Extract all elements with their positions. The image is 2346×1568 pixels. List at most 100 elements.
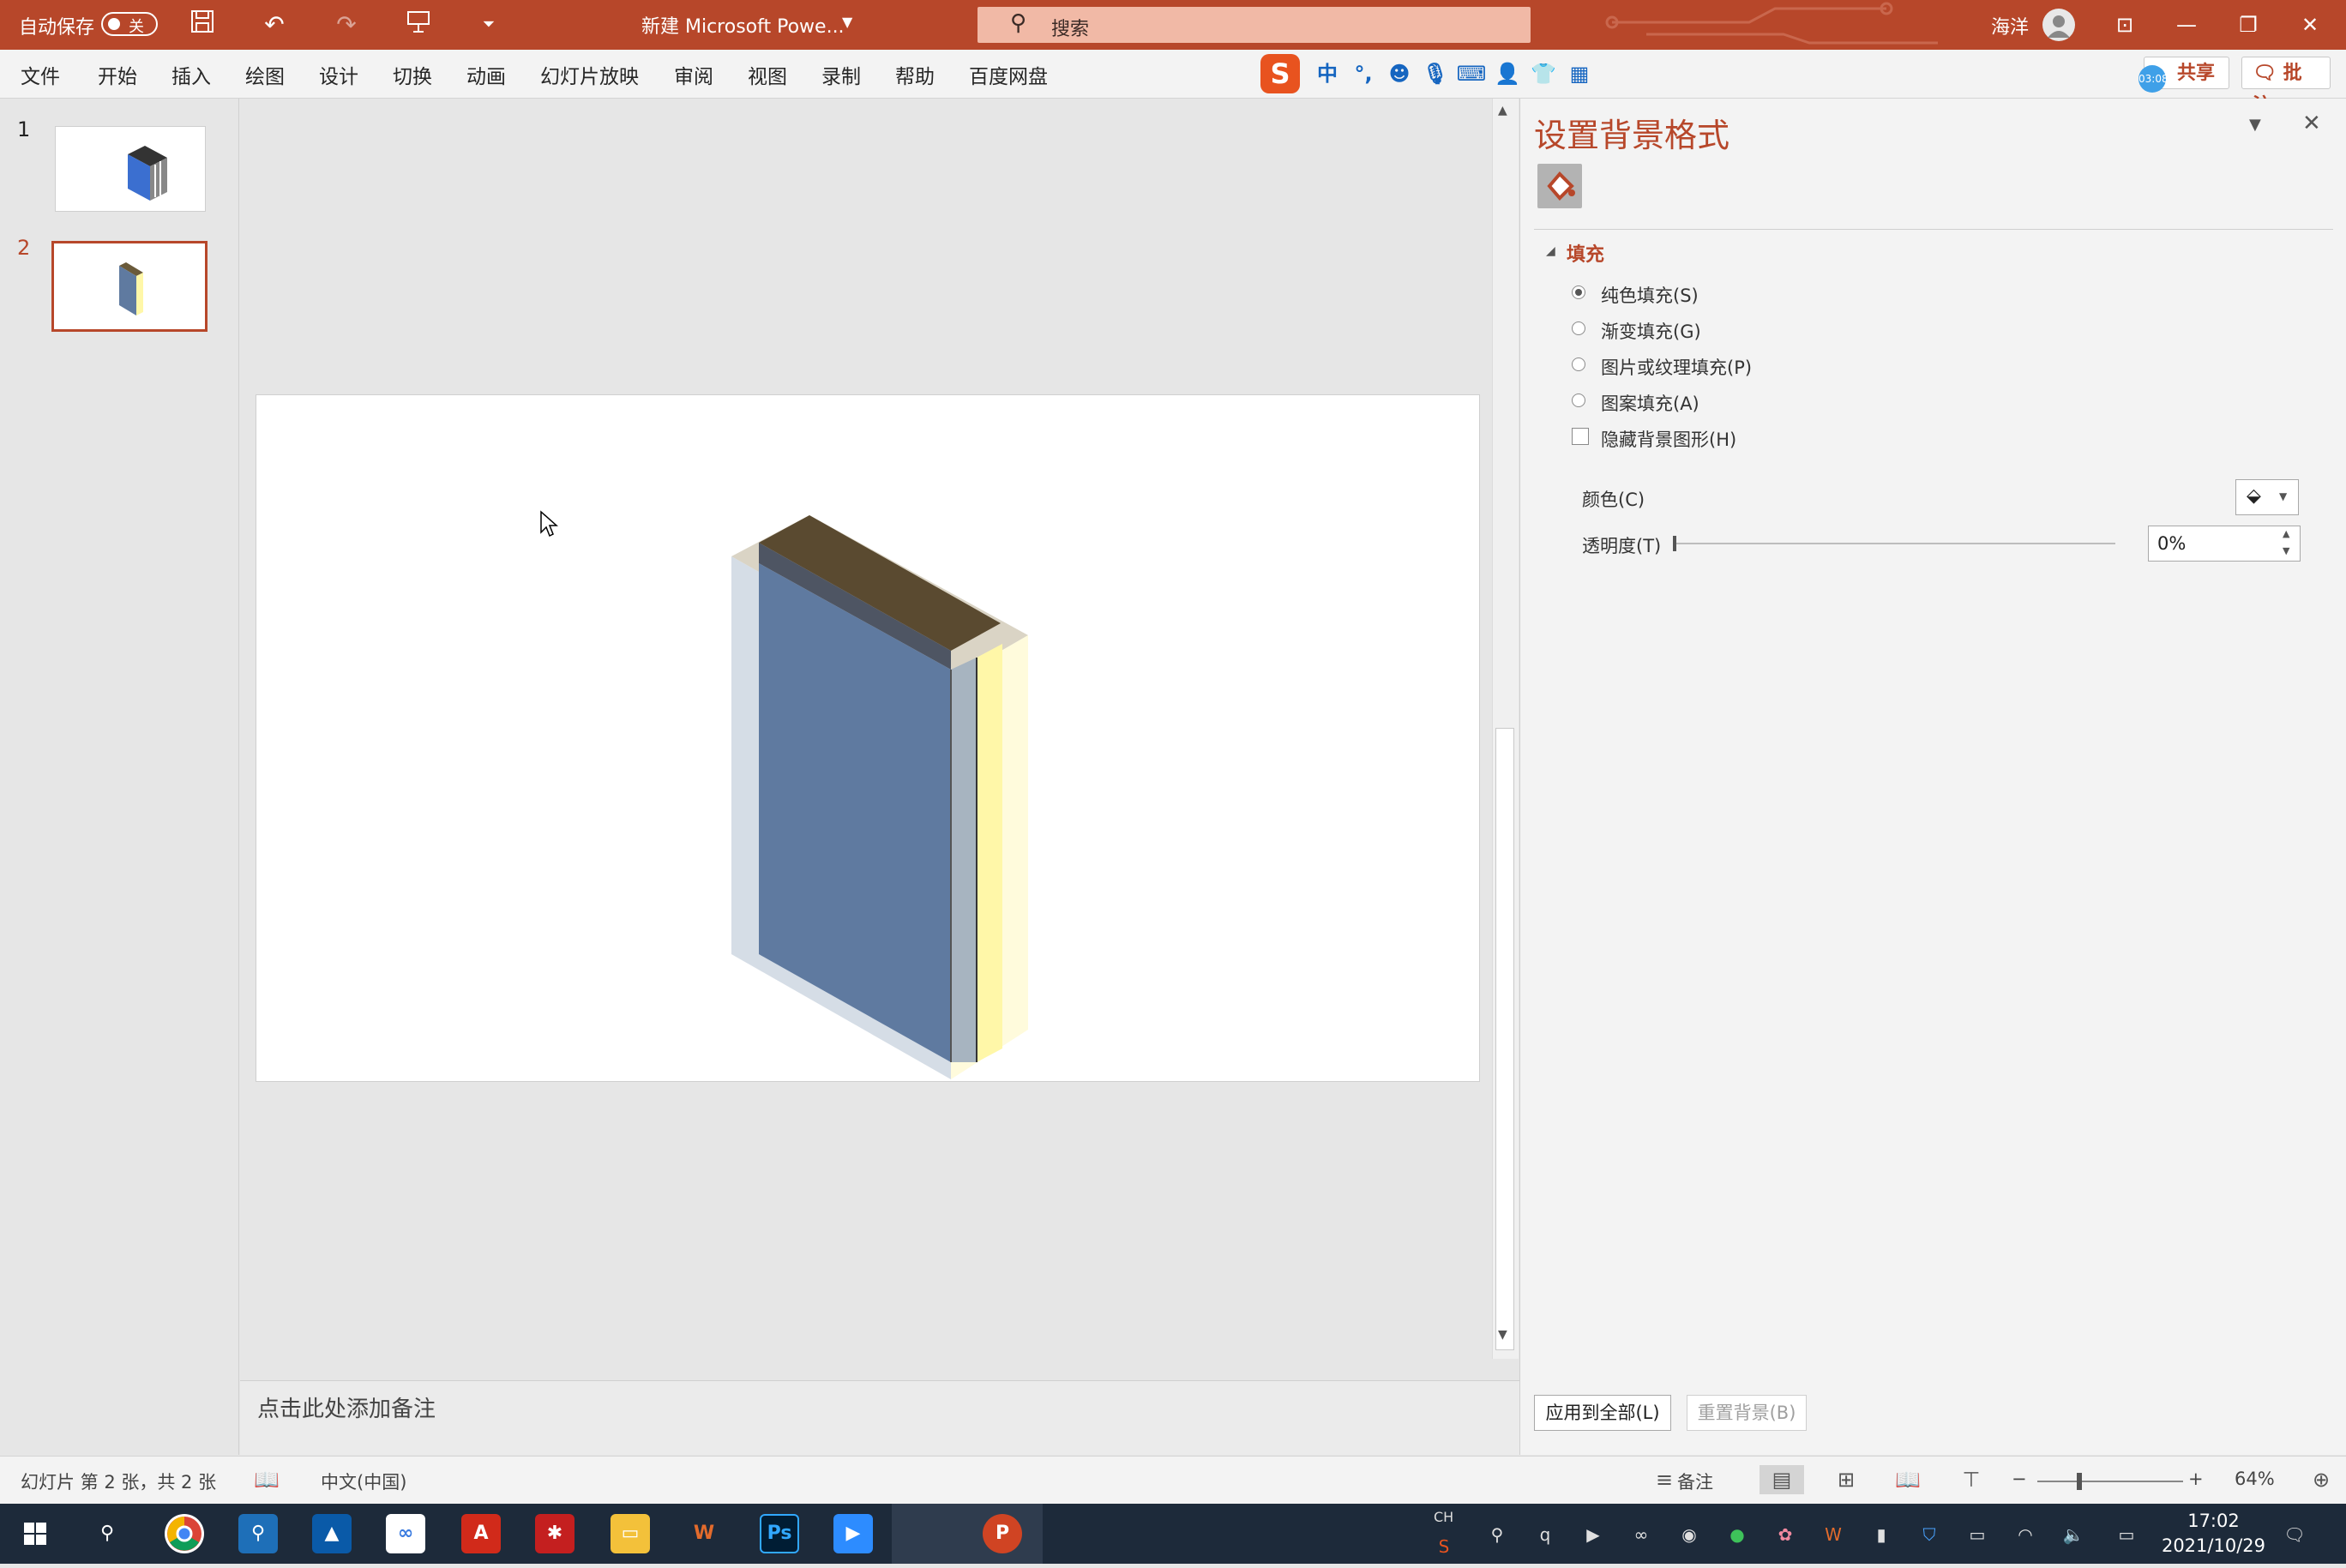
tray-wps-icon[interactable]: W	[1821, 1523, 1845, 1547]
tab-transitions[interactable]: 切换	[393, 60, 432, 89]
system-clock[interactable]: 17:02 2021/10/29	[2162, 1509, 2265, 1559]
keyboard-icon[interactable]: ⌨	[1456, 58, 1487, 89]
transparency-input[interactable]: 0% ▲ ▼	[2148, 526, 2301, 562]
redo-icon[interactable]: ↷	[329, 9, 364, 41]
color-picker-button[interactable]: ⬙ ▼	[2235, 479, 2299, 515]
book-3d-image[interactable]	[256, 395, 1479, 1081]
tray-flower-icon[interactable]: ✿	[1773, 1523, 1797, 1547]
file-explorer-icon[interactable]: ▭	[611, 1514, 650, 1553]
powerpoint-icon[interactable]: P	[983, 1514, 1022, 1553]
fit-to-window-icon[interactable]: ⊕	[2307, 1465, 2336, 1494]
sogou-tray-icon[interactable]: S	[1432, 1535, 1456, 1559]
minimize-icon[interactable]: —	[2161, 5, 2212, 45]
photos-icon[interactable]: ▲	[312, 1514, 352, 1553]
zoom-slider[interactable]	[2037, 1473, 2183, 1490]
photoshop-icon[interactable]: Ps	[760, 1514, 799, 1553]
input-language[interactable]: CH	[1434, 1509, 1453, 1525]
emoji-icon[interactable]: ☻	[1384, 58, 1415, 89]
spin-up-icon[interactable]: ▲	[2283, 528, 2289, 539]
comment-button[interactable]: 🗨 批注	[2241, 57, 2331, 117]
radio[interactable]	[1572, 321, 1585, 335]
zoom-level[interactable]: 64%	[2235, 1469, 2275, 1489]
reset-background-button[interactable]: 重置背景(B)	[1687, 1395, 1807, 1431]
fill-tab[interactable]	[1537, 164, 1582, 208]
scroll-up-icon[interactable]: ▲	[1498, 104, 1507, 117]
wifi-icon[interactable]: ◠	[2013, 1523, 2037, 1547]
notification-icon[interactable]: 🗨	[2283, 1523, 2307, 1547]
user-name[interactable]: 海洋	[1991, 12, 2029, 39]
document-title[interactable]: 新建 Microsoft Powe...	[641, 11, 845, 39]
section-collapse-icon[interactable]: ◢	[1546, 244, 1555, 258]
tab-file[interactable]: 文件	[21, 60, 60, 89]
microphone-icon[interactable]: 🎙	[1420, 58, 1451, 89]
sousou-icon[interactable]: ⚲	[238, 1514, 278, 1553]
checkbox[interactable]	[1572, 428, 1589, 445]
spin-down-icon[interactable]: ▼	[2283, 545, 2289, 556]
tray-usb-icon[interactable]: ▮	[1869, 1523, 1893, 1547]
tab-animations[interactable]: 动画	[466, 60, 506, 89]
tab-insert[interactable]: 插入	[171, 60, 211, 89]
slide-thumbnail-2[interactable]	[51, 241, 208, 332]
close-window-icon[interactable]: ✕	[2284, 5, 2336, 45]
taskbar-search-icon[interactable]: ⚲	[87, 1514, 127, 1553]
baidu-netdisk-icon[interactable]: ∞	[386, 1514, 425, 1553]
tab-view[interactable]: 视图	[748, 60, 787, 89]
wechat-icon[interactable]: ●	[1725, 1523, 1749, 1547]
present-icon[interactable]	[401, 9, 436, 41]
zoom-in-icon[interactable]: +	[2188, 1469, 2204, 1489]
tray-qq-icon[interactable]: q	[1533, 1523, 1557, 1547]
autosave-toggle[interactable]: 关	[101, 12, 158, 36]
tab-record[interactable]: 录制	[821, 60, 861, 89]
notes-toggle-label[interactable]: 备注	[1677, 1469, 1713, 1494]
scroll-down-icon[interactable]: ▼	[1498, 1328, 1507, 1342]
tab-home[interactable]: 开始	[98, 60, 137, 89]
tray-app-icon[interactable]: ◉	[1677, 1523, 1701, 1547]
panel-close-icon[interactable]: ✕	[2302, 111, 2321, 136]
tab-draw[interactable]: 绘图	[245, 60, 285, 89]
windows-start-icon[interactable]	[15, 1514, 55, 1553]
slide-thumbnail-1[interactable]	[55, 126, 206, 212]
tray-zoom-icon[interactable]: ▶	[1581, 1523, 1605, 1547]
skin-icon[interactable]: 👕	[1528, 58, 1559, 89]
avatar[interactable]	[2042, 9, 2075, 41]
sogou-logo-icon[interactable]: S	[1260, 54, 1300, 93]
restore-icon[interactable]: ❐	[2223, 5, 2274, 45]
slider-handle[interactable]	[1673, 536, 1676, 551]
ime-punctuation[interactable]: °,	[1348, 58, 1379, 89]
fill-section-header[interactable]: 填充	[1567, 239, 1604, 267]
chrome-icon[interactable]	[165, 1514, 204, 1553]
transparency-slider[interactable]	[1673, 536, 2115, 551]
radio[interactable]	[1572, 357, 1585, 371]
language-indicator[interactable]: 中文(中国)	[321, 1469, 406, 1494]
zoom-slider-handle[interactable]	[2077, 1473, 2082, 1490]
normal-view-icon[interactable]: ▤	[1760, 1465, 1804, 1494]
apply-to-all-button[interactable]: 应用到全部(L)	[1534, 1395, 1671, 1431]
tray-netdisk-icon[interactable]: ∞	[1629, 1523, 1653, 1547]
notes-pane[interactable]: 点击此处添加备注	[240, 1380, 1519, 1455]
zoom-out-icon[interactable]: −	[2012, 1469, 2027, 1489]
scroll-thumb[interactable]	[1495, 728, 1514, 1350]
tab-design[interactable]: 设计	[319, 60, 358, 89]
tray-shield-icon[interactable]: ⛉	[1917, 1523, 1941, 1547]
title-chevron-down-icon[interactable]: ▼	[842, 14, 852, 30]
save-icon[interactable]	[185, 9, 220, 41]
slide-canvas[interactable]	[256, 394, 1480, 1082]
panel-options-chevron-icon[interactable]: ▼	[2249, 116, 2261, 134]
volume-icon[interactable]: 🔈	[2061, 1523, 2085, 1547]
slide-sorter-icon[interactable]: ⊞	[1832, 1465, 1861, 1494]
vertical-scrollbar[interactable]: ▲ ▼	[1492, 99, 1519, 1359]
tab-review[interactable]: 审阅	[674, 60, 713, 89]
radio[interactable]	[1572, 394, 1585, 407]
ribbon-display-icon[interactable]: ⊡	[2099, 5, 2150, 45]
reading-view-icon[interactable]: 📖	[1893, 1465, 1922, 1494]
search-box[interactable]: ⚲ 搜索	[977, 7, 1531, 43]
tab-help[interactable]: 帮助	[895, 60, 935, 89]
slideshow-view-icon[interactable]: ⊤	[1957, 1465, 1986, 1494]
zoom-app-icon[interactable]: ▶	[833, 1514, 873, 1553]
acrobat-icon[interactable]: A	[461, 1514, 501, 1553]
accessibility-icon[interactable]: 📖	[252, 1465, 281, 1494]
ime-chinese-mode[interactable]: 中	[1312, 58, 1343, 89]
tablet-mode-icon[interactable]: ▭	[2114, 1523, 2138, 1547]
tab-slideshow[interactable]: 幻灯片放映	[540, 60, 639, 89]
battery-icon[interactable]: ▭	[1965, 1523, 1989, 1547]
